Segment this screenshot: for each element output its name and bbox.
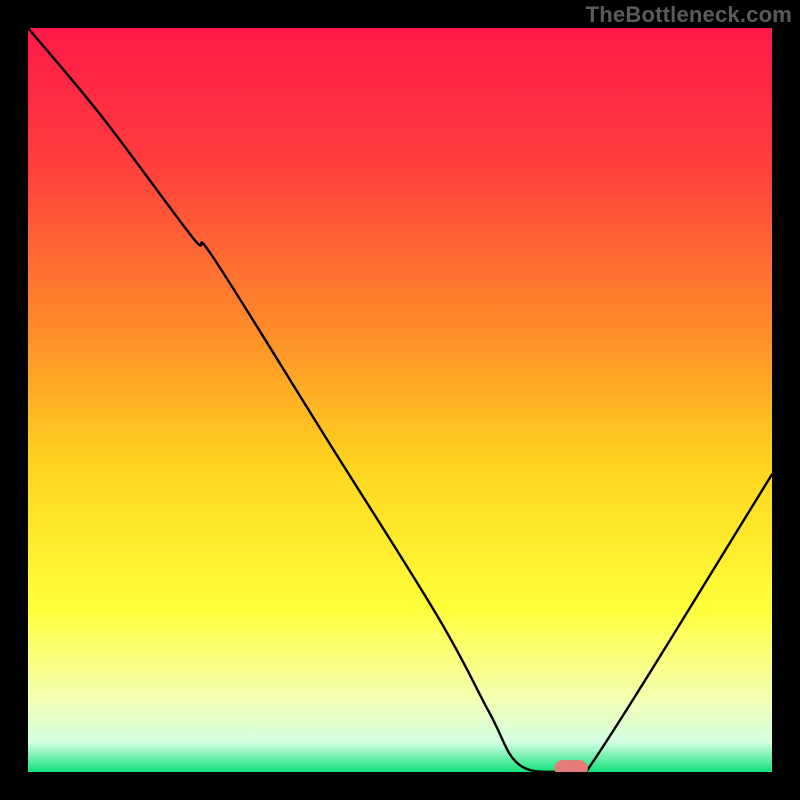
optimal-point-marker — [554, 760, 587, 772]
watermark-text: TheBottleneck.com — [586, 2, 792, 28]
chart-frame: TheBottleneck.com — [0, 0, 800, 800]
gradient-background — [28, 28, 772, 772]
plot-svg — [28, 28, 772, 772]
plot-area — [28, 28, 772, 772]
